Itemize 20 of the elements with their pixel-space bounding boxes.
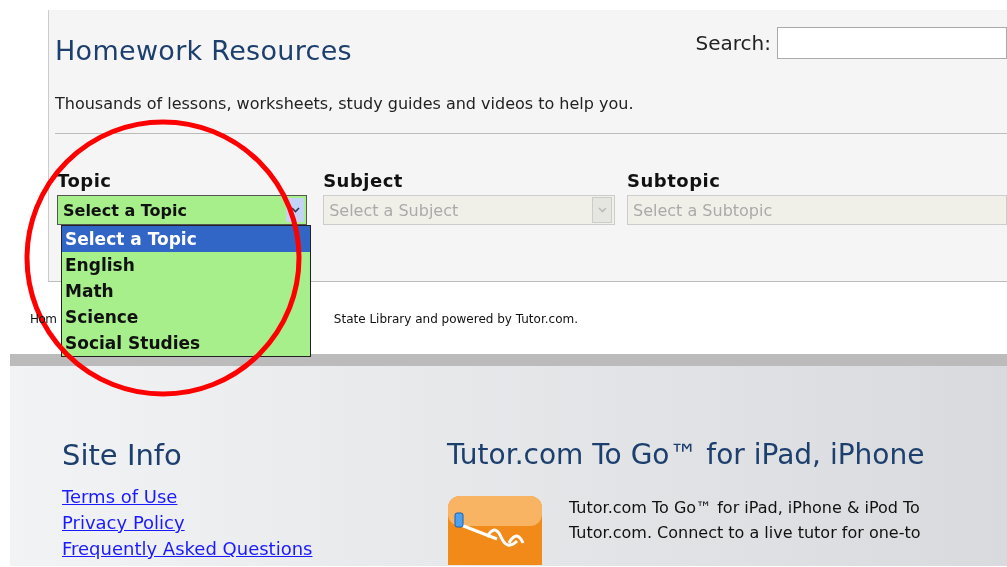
section-title: Site Info	[62, 438, 183, 472]
search-field[interactable]	[777, 27, 1007, 59]
footer-link[interactable]: Frequently Asked Questions	[62, 536, 313, 562]
credit-text: State Library and powered by Tutor.com.	[333, 312, 578, 326]
page-title: Homework Resources	[55, 35, 352, 66]
dropdown-option[interactable]: Math	[62, 278, 310, 304]
app-description-line: Tutor.com. Connect to a live tutor for one-to	[569, 522, 921, 544]
dropdown-option[interactable]: English	[62, 252, 310, 278]
filter-label: Subject	[323, 170, 404, 191]
search-label: Search:	[695, 31, 771, 55]
dropdown-option[interactable]: Science	[62, 304, 310, 330]
section-title: Tutor.com To Go™ for iPad, iPhone	[447, 438, 925, 471]
dropdown-option[interactable]: Social Studies	[62, 330, 310, 356]
filter-label: Topic	[57, 170, 113, 191]
app-description-line: Tutor.com To Go™ for iPad, iPhone & iPod To	[569, 497, 921, 519]
filter-label: Subtopic	[627, 170, 722, 191]
footer-link[interactable]: Privacy Policy	[62, 510, 185, 536]
footer-link[interactable]: Terms of Use	[62, 484, 178, 510]
dropdown-option[interactable]: Select a Topic	[62, 226, 310, 252]
intro-text: Thousands of lessons, worksheets, study guides and videos to help you.	[55, 94, 635, 113]
